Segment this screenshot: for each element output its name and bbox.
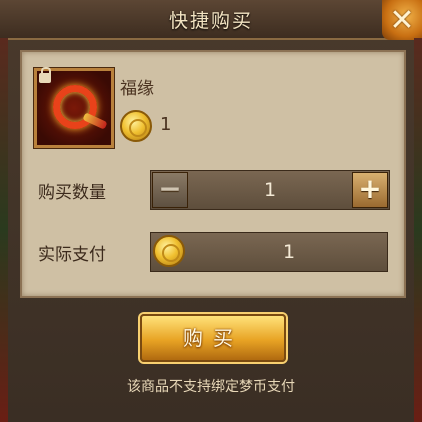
gold-coin-icon bbox=[120, 110, 152, 142]
minus-icon: − bbox=[158, 172, 182, 205]
purchase-panel: 福缘 1 购买数量 − 1 + 实际支付 1 bbox=[20, 50, 406, 298]
gold-coin-icon bbox=[153, 235, 185, 267]
right-border-decoration bbox=[414, 38, 422, 422]
lock-icon bbox=[39, 67, 51, 83]
payment-label: 实际支付 bbox=[38, 245, 106, 265]
dialog-title: 快捷购买 bbox=[168, 10, 253, 32]
item-name: 福缘 bbox=[120, 79, 154, 99]
quantity-stepper: − 1 + bbox=[150, 170, 390, 210]
payment-notice: 该商品不支持绑定梦币支付 bbox=[127, 379, 295, 395]
crossed-swords-close-icon: ✕ bbox=[389, 2, 415, 38]
payment-field: 1 bbox=[150, 232, 388, 272]
title-bar: 快捷购买 ✕ bbox=[0, 0, 422, 40]
increase-quantity-button[interactable]: + bbox=[352, 172, 388, 208]
quantity-input[interactable]: 1 bbox=[191, 171, 349, 209]
plus-icon: + bbox=[358, 172, 382, 205]
close-button[interactable]: ✕ bbox=[382, 0, 422, 40]
quantity-label: 购买数量 bbox=[38, 183, 106, 203]
item-icon-frame[interactable] bbox=[34, 67, 114, 148]
buy-button[interactable]: 购买 bbox=[140, 314, 286, 362]
payment-amount: 1 bbox=[282, 241, 296, 263]
left-border-decoration bbox=[0, 38, 8, 422]
decrease-quantity-button[interactable]: − bbox=[152, 172, 188, 208]
quick-buy-dialog: 快捷购买 ✕ 福缘 1 购买数量 − 1 + 实际支付 1 购买 该商品不支持绑… bbox=[0, 0, 422, 422]
item-price: 1 bbox=[160, 114, 172, 135]
